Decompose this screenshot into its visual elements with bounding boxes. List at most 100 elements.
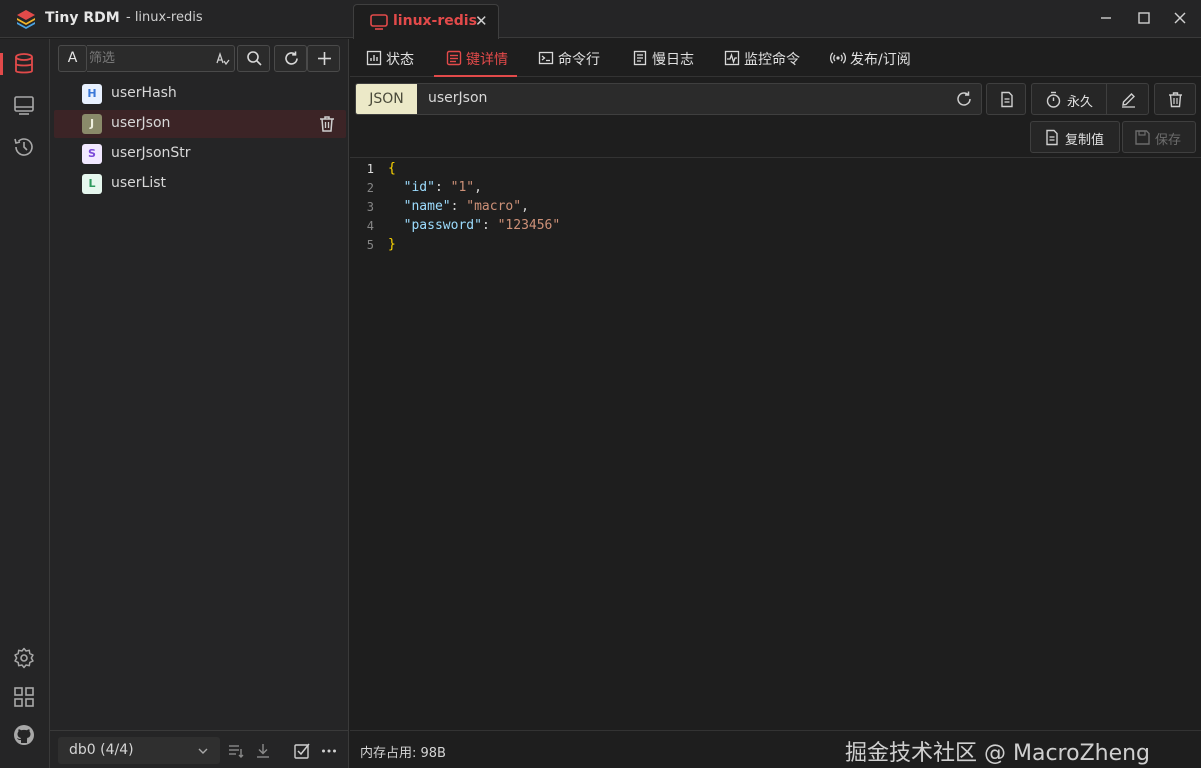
load-all-icon[interactable] bbox=[254, 742, 272, 760]
ttl-button[interactable]: 永久 bbox=[1031, 83, 1107, 115]
close-tab-icon[interactable]: ✕ bbox=[475, 12, 488, 30]
tab-label: 发布/订阅 bbox=[850, 52, 911, 68]
json-type-badge: J bbox=[82, 114, 102, 134]
tab-slow-log[interactable]: 慢日志 bbox=[632, 39, 702, 77]
database-select[interactable]: db0 (4/4) bbox=[58, 737, 220, 764]
connection-tab-label: linux-redis bbox=[393, 13, 477, 29]
key-detail-icon bbox=[446, 50, 462, 66]
sub-tab-bar: 状态 键详情 命令行 慢日志 监控命令 发布/订阅 bbox=[350, 39, 1201, 77]
broadcast-icon bbox=[830, 52, 846, 64]
match-case-toggle[interactable]: A bbox=[58, 45, 87, 72]
watermark: 掘金技术社区 @ MacroZheng bbox=[845, 741, 1151, 766]
search-button[interactable] bbox=[237, 45, 270, 72]
code-line: 2 "id": "1", bbox=[350, 180, 1201, 199]
tab-label: 状态 bbox=[386, 52, 414, 68]
close-window-icon[interactable] bbox=[1172, 10, 1188, 26]
key-row-userjson[interactable]: J userJson bbox=[54, 110, 346, 138]
code-line: 5 } bbox=[350, 237, 1201, 256]
memory-usage: 内存占用: 98B bbox=[360, 746, 446, 761]
tab-command-line[interactable]: 命令行 bbox=[538, 39, 608, 77]
rename-key-button[interactable] bbox=[1106, 83, 1149, 115]
status-bar: 内存占用: 98B 掘金技术社区 @ MacroZheng bbox=[350, 730, 1201, 768]
nav-active-indicator bbox=[0, 53, 3, 75]
batch-check-icon[interactable] bbox=[293, 742, 311, 760]
filter-input[interactable] bbox=[89, 48, 209, 69]
line-number: 5 bbox=[366, 238, 374, 252]
add-key-button[interactable] bbox=[307, 45, 340, 72]
list-type-badge: L bbox=[82, 174, 102, 194]
key-name: userHash bbox=[111, 85, 177, 101]
history-icon[interactable] bbox=[12, 135, 36, 159]
chevron-down-icon bbox=[198, 748, 208, 754]
grid-apps-icon[interactable] bbox=[12, 685, 36, 709]
filter-box bbox=[87, 45, 235, 72]
line-number: 1 bbox=[366, 162, 374, 176]
refresh-icon[interactable] bbox=[955, 90, 973, 108]
more-options-icon[interactable] bbox=[320, 742, 338, 760]
code-text: } bbox=[388, 237, 396, 252]
code-line: 1 { bbox=[350, 161, 1201, 180]
ttl-label: 永久 bbox=[1067, 95, 1094, 110]
save-label: 保存 bbox=[1155, 133, 1182, 148]
title-bar: Tiny RDM - linux-redis linux-redis ✕ bbox=[0, 0, 1201, 39]
key-name-field[interactable]: userJson bbox=[428, 90, 928, 106]
maximize-icon[interactable] bbox=[1136, 10, 1152, 26]
plus-icon bbox=[318, 52, 331, 65]
tab-label: 慢日志 bbox=[652, 52, 694, 68]
active-tab-underline bbox=[434, 75, 517, 77]
database-select-value: db0 (4/4) bbox=[69, 742, 134, 758]
app-logo-icon bbox=[17, 10, 35, 29]
string-type-badge: S bbox=[82, 144, 102, 164]
settings-icon[interactable] bbox=[12, 646, 36, 670]
code-line: 3 "name": "macro", bbox=[350, 199, 1201, 218]
database-icon[interactable] bbox=[12, 52, 36, 76]
document-copy-icon bbox=[1001, 91, 1013, 108]
delete-key-button[interactable] bbox=[1154, 83, 1196, 115]
key-name: userJson bbox=[111, 115, 171, 131]
connection-tab[interactable]: linux-redis ✕ bbox=[353, 4, 499, 39]
hash-type-badge: H bbox=[82, 84, 102, 104]
github-icon[interactable] bbox=[12, 723, 36, 747]
document-copy-icon bbox=[1046, 129, 1058, 146]
nav-rail bbox=[0, 39, 50, 768]
line-number: 4 bbox=[366, 219, 374, 233]
tab-label: 键详情 bbox=[466, 52, 508, 68]
code-text: "id": "1", bbox=[403, 180, 482, 195]
copy-key-button[interactable] bbox=[986, 83, 1026, 115]
code-text: "password": "123456" bbox=[403, 218, 561, 233]
delete-key-icon[interactable] bbox=[318, 115, 336, 133]
content-area: 状态 键详情 命令行 慢日志 监控命令 发布/订阅 JSON userJson … bbox=[350, 39, 1201, 768]
tab-pubsub[interactable]: 发布/订阅 bbox=[830, 39, 920, 77]
key-name: userList bbox=[111, 175, 167, 191]
server-icon bbox=[370, 14, 388, 30]
app-subtitle: - linux-redis bbox=[126, 10, 203, 25]
copy-value-button[interactable]: 复制值 bbox=[1030, 121, 1120, 153]
status-chart-icon bbox=[366, 50, 382, 66]
tab-status[interactable]: 状态 bbox=[366, 39, 424, 77]
app-title: Tiny RDM bbox=[45, 10, 120, 26]
tab-label: 监控命令 bbox=[744, 52, 800, 68]
line-number: 3 bbox=[366, 200, 374, 214]
json-editor[interactable]: 1 { 2 "id": "1", 3 "name": "macro", 4 "p… bbox=[350, 159, 1201, 731]
terminal-window-icon[interactable] bbox=[12, 93, 36, 117]
sort-alpha-icon[interactable] bbox=[215, 51, 230, 66]
key-row-userlist[interactable]: L userList bbox=[54, 170, 346, 198]
load-more-icon[interactable] bbox=[227, 742, 245, 760]
key-row-userhash[interactable]: H userHash bbox=[54, 80, 346, 108]
line-number: 2 bbox=[366, 181, 374, 195]
minimize-icon[interactable] bbox=[1098, 10, 1114, 26]
tab-monitor[interactable]: 监控命令 bbox=[724, 39, 804, 77]
terminal-icon bbox=[538, 51, 554, 65]
reload-keys-button[interactable] bbox=[274, 45, 307, 72]
key-row-userjsonstr[interactable]: S userJsonStr bbox=[54, 140, 346, 168]
tab-key-detail[interactable]: 键详情 bbox=[446, 39, 516, 77]
code-text: "name": "macro", bbox=[403, 199, 529, 214]
key-type-tag: JSON bbox=[356, 84, 417, 114]
refresh-icon bbox=[285, 51, 298, 65]
save-disk-icon bbox=[1135, 130, 1150, 145]
copy-value-label: 复制值 bbox=[1065, 133, 1105, 148]
search-icon bbox=[247, 51, 262, 66]
tab-label: 命令行 bbox=[558, 52, 600, 68]
trash-icon bbox=[1169, 92, 1182, 108]
save-button[interactable]: 保存 bbox=[1122, 121, 1196, 153]
